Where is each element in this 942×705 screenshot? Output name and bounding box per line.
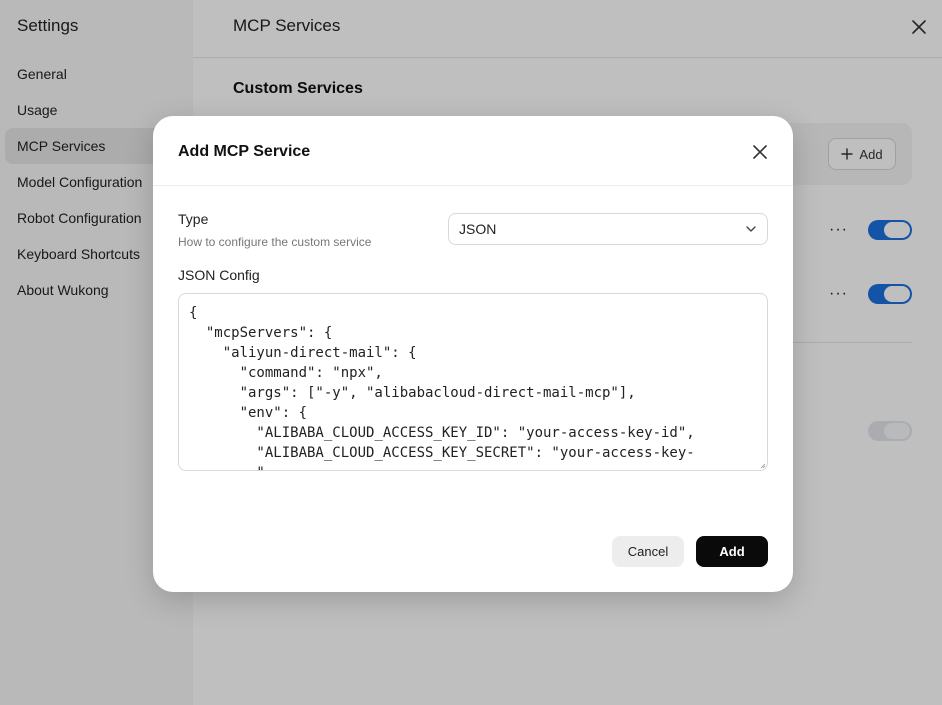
resize-handle-icon[interactable] (760, 463, 766, 469)
type-description: How to configure the custom service (178, 235, 372, 249)
close-icon[interactable] (751, 143, 769, 161)
cancel-button[interactable]: Cancel (612, 536, 684, 567)
chevron-down-icon (746, 226, 756, 232)
dialog-header: Add MCP Service (153, 116, 793, 186)
add-mcp-service-dialog: Add MCP Service Type How to configure th… (153, 116, 793, 592)
type-label: Type (178, 211, 209, 227)
type-select[interactable]: JSON (448, 213, 768, 245)
type-select-value: JSON (459, 221, 497, 237)
dialog-title: Add MCP Service (178, 143, 311, 160)
json-config-label: JSON Config (178, 267, 260, 283)
add-button[interactable]: Add (696, 536, 768, 567)
json-config-editor[interactable]: { "mcpServers": { "aliyun-direct-mail": … (178, 293, 768, 471)
